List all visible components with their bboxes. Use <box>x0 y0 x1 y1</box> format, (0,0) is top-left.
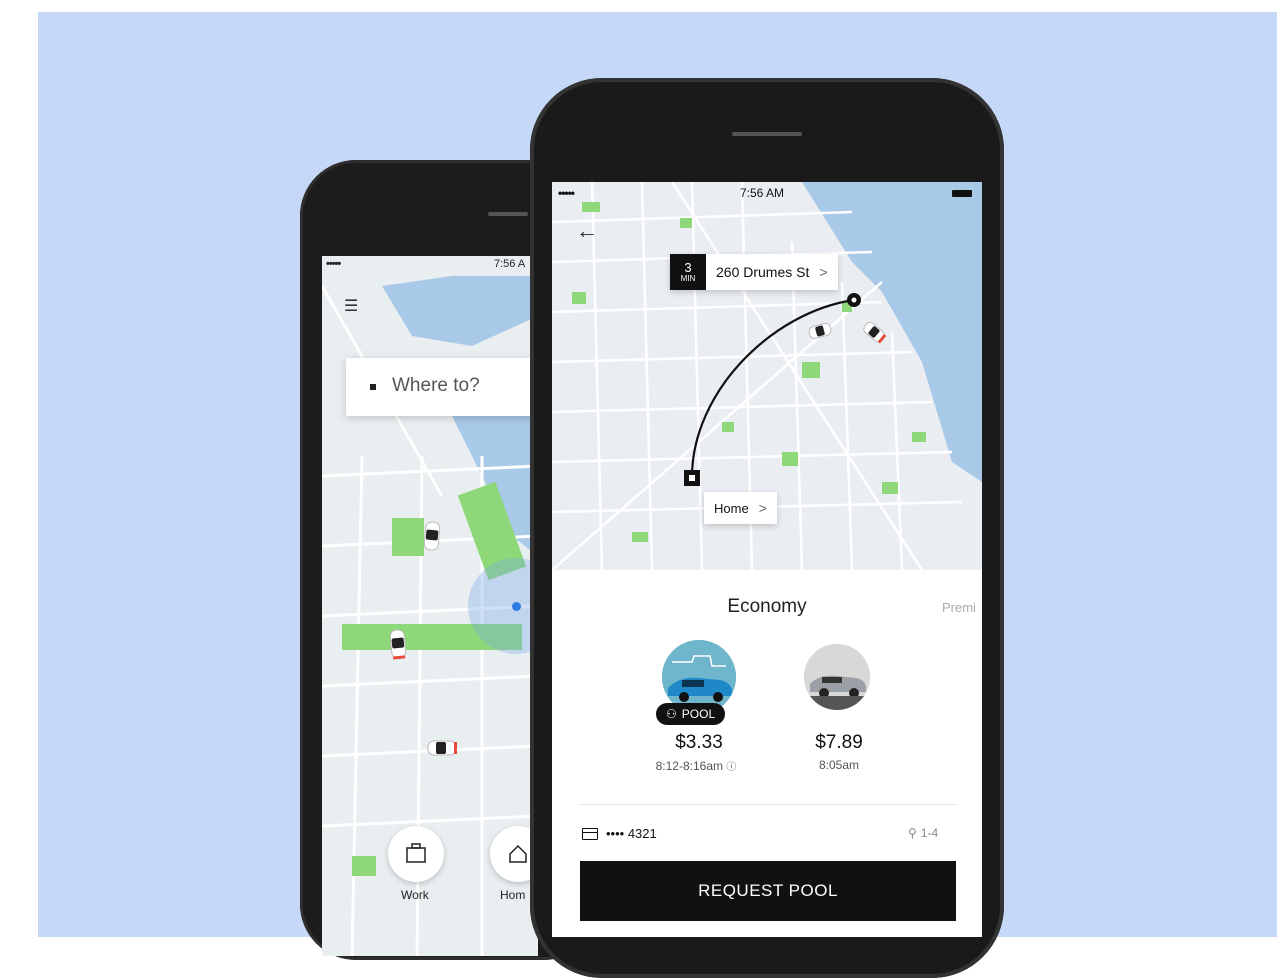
next-tier-label[interactable]: Premi <box>942 600 976 615</box>
signal-dots: ••••• <box>558 186 575 200</box>
request-pool-button[interactable]: REQUEST POOL <box>580 861 956 921</box>
back-arrow-icon[interactable]: ← <box>576 218 598 244</box>
credit-card-icon <box>582 827 598 840</box>
standard-car-icon <box>804 644 870 710</box>
payment-method[interactable]: •••• 4321 <box>582 826 657 841</box>
destination-square-icon <box>370 384 376 390</box>
seat-count: 1-4 <box>920 826 939 840</box>
battery-icon <box>952 190 972 197</box>
pickup-address: 260 Drumes St <box>716 264 810 280</box>
pool-badge: ⚇ POOL <box>656 703 726 725</box>
pool-time-text: 8:12-8:16am <box>655 759 724 773</box>
chevron-right-icon: > <box>819 264 828 280</box>
eta-badge: 3 MIN <box>670 254 706 290</box>
where-to-search-box[interactable]: Where to? <box>346 358 538 416</box>
dropoff-chip[interactable]: Home > <box>704 492 777 524</box>
speaker-grille <box>488 212 528 216</box>
uberx-time: 8:05am <box>818 758 860 772</box>
section-divider <box>580 804 958 805</box>
info-icon[interactable]: ⓘ <box>726 762 736 773</box>
work-shortcut-button[interactable] <box>388 826 444 882</box>
eta-value: 3 <box>684 260 692 275</box>
status-bar: ••••• 7:56 AM <box>552 182 982 204</box>
where-to-placeholder: Where to? <box>392 375 480 396</box>
tier-title[interactable]: Economy <box>552 596 982 618</box>
dropoff-label: Home <box>714 500 749 516</box>
uberx-option-button[interactable] <box>804 644 870 710</box>
person-icon: ⚲ <box>908 826 917 840</box>
pool-time: 8:12-8:16am ⓘ <box>636 758 756 773</box>
briefcase-icon <box>406 843 426 863</box>
car-marker <box>389 629 407 660</box>
car-marker <box>427 740 457 756</box>
status-time: 7:56 A <box>494 258 526 270</box>
work-shortcut-label: Work <box>401 888 429 902</box>
pool-badge-label: POOL <box>681 707 716 721</box>
speaker-grille <box>732 132 802 136</box>
back-phone-screen: ••••• 7:56 A ☰ Where to? Work Hom <box>322 256 538 956</box>
hamburger-menu-icon[interactable]: ☰ <box>344 296 358 316</box>
card-number: •••• 4321 <box>606 826 657 841</box>
signal-dots: ••••• <box>326 258 341 270</box>
front-phone-screen: ••••• 7:56 AM ← 3 MIN 260 Drumes St > Ho… <box>552 182 982 937</box>
people-icon: ⚇ <box>666 707 677 721</box>
pool-price: $3.33 <box>675 732 723 753</box>
car-marker <box>423 521 441 551</box>
back-status-bar: ••••• 7:56 A <box>322 256 538 274</box>
status-time: 7:56 AM <box>740 186 785 200</box>
uberx-price: $7.89 <box>815 732 863 753</box>
route-map[interactable]: ••••• 7:56 AM ← 3 MIN 260 Drumes St > Ho… <box>552 182 982 570</box>
eta-unit: MIN <box>680 274 696 283</box>
home-shortcut-label: Hom <box>500 888 526 902</box>
pickup-eta-chip[interactable]: 3 MIN 260 Drumes St > <box>670 254 838 290</box>
seat-count-selector[interactable]: ⚲ 1-4 <box>908 826 938 840</box>
chevron-right-icon: > <box>758 500 767 516</box>
